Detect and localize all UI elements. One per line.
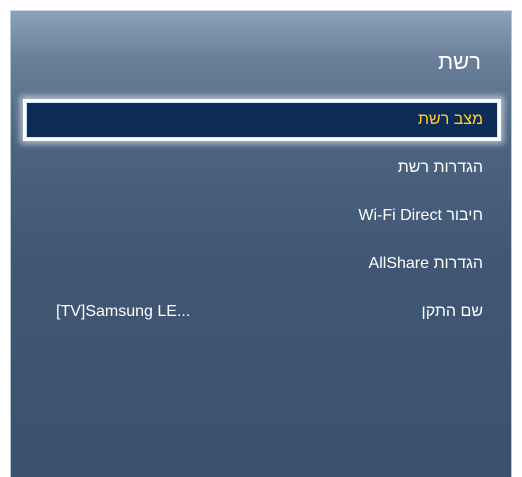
menu-item-label: מצב רשת [417, 111, 483, 128]
menu-item-network-status[interactable]: מצב רשת [23, 99, 501, 141]
menu-item-label: שם התקן [421, 303, 483, 320]
menu-title: רשת [437, 49, 481, 74]
menu-item-allshare-settings[interactable]: הגדרות AllShare [23, 243, 501, 285]
menu-item-label: הגדרות AllShare [368, 255, 483, 272]
network-menu-list: מצב רשת הגדרות רשת חיבור Wi-Fi Direct הג… [23, 99, 501, 339]
menu-item-label: חיבור Wi-Fi Direct [358, 207, 483, 224]
menu-item-label: הגדרות רשת [397, 159, 483, 176]
menu-item-wifi-direct[interactable]: חיבור Wi-Fi Direct [23, 195, 501, 237]
menu-item-network-settings[interactable]: הגדרות רשת [23, 147, 501, 189]
network-menu-panel: רשת מצב רשת הגדרות רשת חיבור Wi-Fi Direc… [10, 10, 512, 477]
menu-item-device-name[interactable]: שם התקן [TV]Samsung LE... [23, 291, 501, 333]
device-name-value: [TV]Samsung LE... [56, 303, 191, 320]
